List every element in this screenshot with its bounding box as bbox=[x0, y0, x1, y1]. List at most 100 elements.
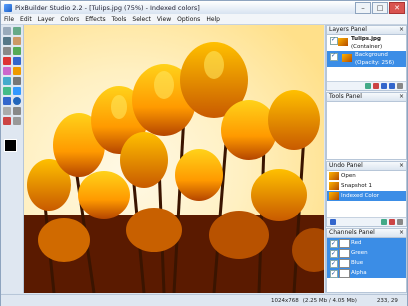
menu-options[interactable]: Options bbox=[174, 16, 203, 23]
layer-sub: (Opacity: 256) bbox=[355, 60, 395, 66]
channel-red[interactable]: Red bbox=[327, 238, 406, 249]
undo-label: Snapshot 1 bbox=[341, 183, 372, 189]
right-panels: Layers Panel × Tulips.jpg (Container) Ba… bbox=[325, 25, 407, 293]
menu-file[interactable]: File bbox=[1, 16, 17, 23]
menu-colors[interactable]: Colors bbox=[57, 16, 82, 23]
menu-bar: File Edit Layer Colors Effects Tools Sel… bbox=[1, 14, 407, 25]
image-canvas[interactable] bbox=[24, 25, 324, 293]
move-tool-icon[interactable] bbox=[3, 37, 11, 45]
layer-thumbnail bbox=[342, 54, 352, 62]
eraser-icon[interactable] bbox=[3, 67, 11, 75]
layer-container-row[interactable]: Tulips.jpg (Container) bbox=[327, 35, 406, 51]
channels-panel: Channels Panel × Red Green Blue bbox=[326, 228, 407, 293]
menu-select[interactable]: Select bbox=[129, 16, 154, 23]
channel-alpha[interactable]: Alpha bbox=[327, 268, 406, 279]
panel-close-icon[interactable]: × bbox=[399, 162, 404, 170]
snapshot-icon[interactable] bbox=[381, 219, 387, 225]
undo-label: Open bbox=[341, 173, 356, 179]
undo-thumbnail bbox=[329, 182, 339, 190]
status-memory: (2.25 Mb / 4.05 Mb) bbox=[302, 297, 357, 304]
red-eye-icon[interactable] bbox=[3, 117, 11, 125]
tools-panel: Tools Panel × bbox=[326, 92, 407, 160]
channel-thumbnail bbox=[339, 259, 350, 268]
window-controls: – □ ✕ bbox=[355, 2, 405, 14]
clone-stamp-icon[interactable] bbox=[3, 77, 11, 85]
tools-panel-title: Tools Panel bbox=[329, 93, 362, 100]
channel-visibility[interactable] bbox=[330, 259, 338, 269]
lasso-tool-icon[interactable] bbox=[13, 27, 21, 35]
layer-name: Background bbox=[355, 52, 388, 58]
layer-background-row[interactable]: Background (Opacity: 256) bbox=[327, 51, 406, 67]
bucket-icon[interactable] bbox=[13, 67, 21, 75]
clear-history-icon[interactable] bbox=[397, 219, 403, 225]
status-bar: 1024x768 (2.25 Mb / 4.05 Mb) 233, 29 bbox=[1, 294, 407, 306]
channel-thumbnail bbox=[339, 239, 350, 248]
marquee-tool-icon[interactable] bbox=[3, 27, 11, 35]
maximize-button[interactable]: □ bbox=[372, 2, 388, 14]
undo-item[interactable]: Open bbox=[327, 171, 406, 181]
undo-buttons bbox=[327, 217, 406, 226]
channel-green[interactable]: Green bbox=[327, 248, 406, 259]
undo-thumbnail bbox=[329, 192, 339, 200]
foreground-color-swatch[interactable] bbox=[4, 139, 17, 152]
menu-effects[interactable]: Effects bbox=[82, 16, 108, 23]
brush-icon[interactable] bbox=[13, 57, 21, 65]
visibility-checkbox[interactable] bbox=[330, 52, 338, 61]
undo-panel: Undo Panel × Open Snapshot 1 Indexed Col… bbox=[326, 161, 407, 227]
delete-history-icon[interactable] bbox=[389, 219, 395, 225]
channel-blue[interactable]: Blue bbox=[327, 258, 406, 269]
menu-layer[interactable]: Layer bbox=[35, 16, 58, 23]
hand-tool-icon[interactable] bbox=[3, 107, 11, 115]
pencil-icon[interactable] bbox=[3, 57, 11, 65]
layers-buttons bbox=[327, 81, 406, 90]
undo-thumbnail bbox=[329, 172, 339, 180]
layer-up-icon[interactable] bbox=[381, 83, 387, 89]
delete-layer-icon[interactable] bbox=[373, 83, 379, 89]
layer-sub: (Container) bbox=[351, 44, 383, 50]
panel-close-icon[interactable]: × bbox=[399, 93, 404, 101]
zoom-tool-icon[interactable] bbox=[13, 107, 21, 115]
layer-thumbnail bbox=[338, 38, 348, 46]
layer-down-icon[interactable] bbox=[389, 83, 395, 89]
window-title: PixBuilder Studio 2.2 - [Tulips.jpg (75%… bbox=[15, 3, 200, 12]
ellipse-icon[interactable] bbox=[13, 97, 21, 105]
close-button[interactable]: ✕ bbox=[389, 2, 405, 14]
panel-close-icon[interactable]: × bbox=[399, 26, 404, 34]
layer-props-icon[interactable] bbox=[397, 83, 403, 89]
channels-panel-title: Channels Panel bbox=[329, 229, 375, 236]
minimize-button[interactable]: – bbox=[355, 2, 371, 14]
channel-thumbnail bbox=[339, 249, 350, 258]
crop-tool-icon[interactable] bbox=[3, 47, 11, 55]
menu-view[interactable]: View bbox=[154, 16, 174, 23]
menu-edit[interactable]: Edit bbox=[17, 16, 35, 23]
app-icon bbox=[4, 3, 12, 12]
rectangle-icon[interactable] bbox=[3, 97, 11, 105]
undo-back-icon[interactable] bbox=[330, 219, 336, 225]
tulips-image bbox=[24, 25, 324, 293]
channel-visibility[interactable] bbox=[330, 239, 338, 249]
menu-help[interactable]: Help bbox=[203, 16, 223, 23]
channel-visibility[interactable] bbox=[330, 269, 338, 279]
text-tool-icon[interactable] bbox=[13, 77, 21, 85]
magic-wand-icon[interactable] bbox=[13, 37, 21, 45]
layers-panel: Layers Panel × Tulips.jpg (Container) Ba… bbox=[326, 25, 407, 91]
status-dimensions: 1024x768 bbox=[271, 297, 299, 304]
undo-item[interactable]: Snapshot 1 bbox=[327, 181, 406, 191]
eyedropper-icon[interactable] bbox=[13, 47, 21, 55]
gradient-icon[interactable] bbox=[13, 87, 21, 95]
undo-label: Indexed Color bbox=[341, 193, 379, 199]
menu-tools[interactable]: Tools bbox=[109, 16, 130, 23]
layers-panel-title: Layers Panel bbox=[329, 26, 367, 33]
channel-thumbnail bbox=[339, 269, 350, 278]
panel-close-icon[interactable]: × bbox=[399, 229, 404, 237]
status-coords: 233, 29 bbox=[376, 297, 398, 304]
undo-item-selected[interactable]: Indexed Color bbox=[327, 191, 406, 201]
shape-tool-icon[interactable] bbox=[3, 87, 11, 95]
visibility-checkbox[interactable] bbox=[330, 36, 338, 45]
smudge-icon[interactable] bbox=[13, 117, 21, 125]
layer-name: Tulips.jpg bbox=[351, 36, 381, 42]
app-window: PixBuilder Studio 2.2 - [Tulips.jpg (75%… bbox=[0, 0, 408, 306]
undo-panel-title: Undo Panel bbox=[329, 162, 363, 169]
new-layer-icon[interactable] bbox=[365, 83, 371, 89]
channel-visibility[interactable] bbox=[330, 249, 338, 259]
